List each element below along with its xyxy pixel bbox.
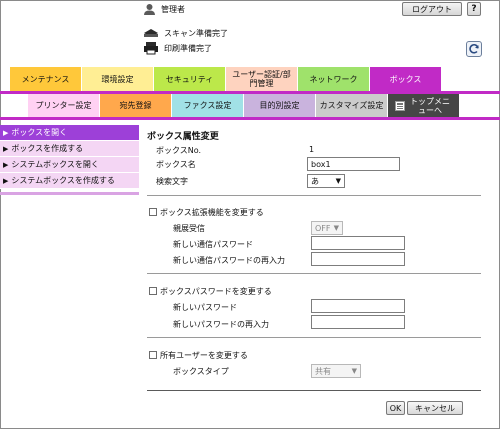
sidebar-bottom-bar (0, 192, 139, 195)
box-no-label: ボックスNo. (156, 146, 202, 155)
confidential-rx-value: OFF (315, 223, 331, 233)
help-button[interactable]: ? (467, 2, 481, 16)
new-password-confirm-input[interactable] (311, 315, 405, 329)
new-comm-password-label: 新しい通信パスワード (173, 240, 253, 249)
divider (147, 195, 481, 196)
box-type-select[interactable]: 共有 ▼ (311, 364, 361, 378)
change-box-extension-checkbox[interactable] (149, 208, 157, 216)
top-tab-bar: メンテナンス 環境設定 セキュリティ ユーザー認証/部門管理 ネットワーク ボッ… (10, 67, 442, 91)
subtab-address-registration[interactable]: 宛先登録 (100, 94, 172, 117)
change-box-extension-label: ボックス拡張機能を変更する (160, 208, 264, 217)
tab-maintenance[interactable]: メンテナンス (10, 67, 82, 91)
confidential-rx-select[interactable]: OFF ▼ (311, 221, 343, 235)
refresh-button[interactable] (466, 41, 482, 57)
tab-environment[interactable]: 環境設定 (82, 67, 154, 91)
tab-network[interactable]: ネットワーク (298, 67, 370, 91)
change-owner-checkbox[interactable] (149, 351, 157, 359)
change-box-password-label: ボックスパスワードを変更する (160, 287, 272, 296)
tab-box[interactable]: ボックス (370, 67, 442, 91)
arrow-right-icon: ▶ (3, 128, 9, 137)
scan-status-label: スキャン準備完了 (164, 28, 228, 38)
change-box-password-checkbox[interactable] (149, 287, 157, 295)
tab-user-auth[interactable]: ユーザー認証/部門管理 (226, 67, 298, 91)
subtab-fax-settings[interactable]: ファクス設定 (172, 94, 244, 117)
printer-icon (144, 42, 158, 55)
tab-security[interactable]: セキュリティ (154, 67, 226, 91)
confidential-rx-label: 親展受信 (173, 224, 205, 233)
new-comm-password-confirm-input[interactable] (311, 252, 405, 266)
search-char-label: 検索文字 (156, 177, 188, 186)
cancel-button[interactable]: キャンセル (407, 401, 463, 415)
sidebar-item-label: システムボックスを作成する (11, 176, 115, 185)
subtab-purpose-settings[interactable]: 目的別設定 (244, 94, 316, 117)
box-type-value: 共有 (315, 366, 331, 376)
divider (147, 273, 481, 274)
new-password-input[interactable] (311, 299, 405, 313)
change-owner-label: 所有ユーザーを変更する (160, 351, 248, 360)
search-char-select[interactable]: あ ▼ (307, 174, 345, 188)
subtab-printer-settings[interactable]: プリンター設定 (28, 94, 100, 117)
chevron-down-icon: ▼ (333, 224, 339, 232)
top-menu-icon (395, 100, 405, 111)
divider (147, 390, 481, 391)
sub-tab-divider (0, 117, 500, 120)
chevron-down-icon: ▼ (335, 177, 341, 185)
arrow-right-icon: ▶ (3, 144, 9, 153)
search-char-value: あ (311, 176, 319, 186)
user-label: 管理者 (161, 4, 185, 14)
subtab-top-menu-label: トップメニューへ (410, 96, 450, 115)
subtab-customize-settings[interactable]: カスタマイズ設定 (316, 94, 388, 117)
scan-status: スキャン準備完了 (143, 27, 228, 39)
new-comm-password-input[interactable] (311, 236, 405, 250)
sub-tab-bar: プリンター設定 宛先登録 ファクス設定 目的別設定 カスタマイズ設定 トップメニ… (28, 94, 460, 117)
sidebar: ▶ ボックスを開く ▶ ボックスを作成する ▶ システムボックスを開く ▶ シス… (0, 125, 139, 189)
arrow-right-icon: ▶ (3, 176, 9, 185)
arrow-right-icon: ▶ (3, 160, 9, 169)
scanner-icon (144, 29, 158, 37)
box-no-value: 1 (309, 145, 315, 154)
refresh-icon (469, 44, 479, 54)
box-name-input[interactable]: box1 (307, 157, 400, 171)
new-password-confirm-label: 新しいパスワードの再入力 (173, 320, 269, 329)
logout-button[interactable]: ログアウト (402, 2, 462, 16)
sidebar-item-create-box[interactable]: ▶ ボックスを作成する (0, 141, 139, 157)
box-name-label: ボックス名 (156, 160, 196, 169)
sidebar-item-label: ボックスを作成する (11, 144, 84, 153)
divider (147, 337, 481, 338)
user-info: 管理者 (143, 1, 185, 17)
box-type-label: ボックスタイプ (173, 367, 229, 376)
new-password-label: 新しいパスワード (173, 303, 237, 312)
sidebar-item-label: ボックスを開く (11, 128, 68, 137)
sidebar-item-open-system-box[interactable]: ▶ システムボックスを開く (0, 157, 139, 173)
page-title: ボックス属性変更 (147, 132, 219, 142)
new-comm-password-confirm-label: 新しい通信パスワードの再入力 (173, 256, 285, 265)
subtab-top-menu[interactable]: トップメニューへ (388, 94, 460, 117)
print-status: 印刷準備完了 (143, 42, 212, 55)
sidebar-item-label: システムボックスを開く (11, 160, 99, 169)
ok-button[interactable]: OK (386, 401, 405, 415)
chevron-down-icon: ▼ (351, 367, 357, 375)
user-icon (144, 3, 155, 15)
sidebar-item-open-box[interactable]: ▶ ボックスを開く (0, 125, 139, 141)
sidebar-item-create-system-box[interactable]: ▶ システムボックスを作成する (0, 173, 139, 189)
print-status-label: 印刷準備完了 (164, 43, 212, 53)
